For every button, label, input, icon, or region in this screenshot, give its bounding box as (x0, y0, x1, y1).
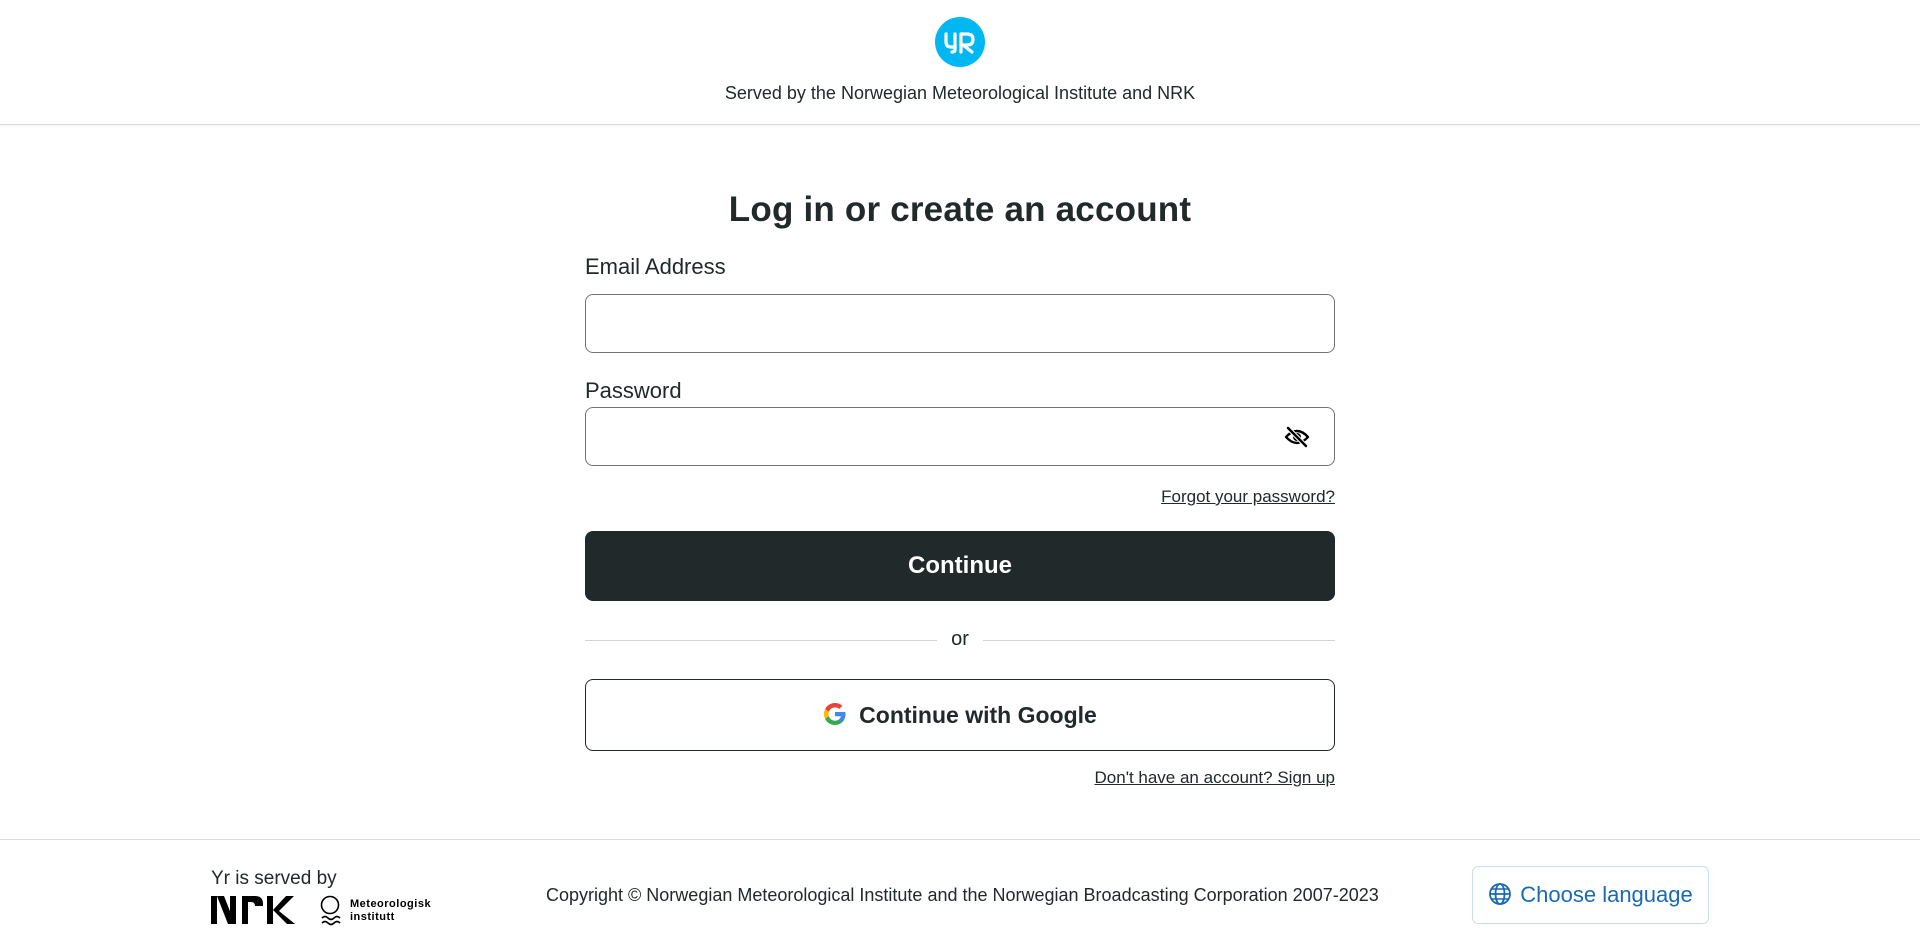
yr-logo-icon (944, 32, 975, 54)
signup-link[interactable]: Don't have an account? Sign up (1095, 768, 1335, 788)
eye-slash-icon[interactable] (1282, 423, 1312, 451)
google-icon (823, 702, 847, 729)
google-button-label: Continue with Google (859, 701, 1097, 728)
header-tagline: Served by the Norwegian Meteorological I… (724, 83, 1196, 103)
served-by-text: Yr is served by (211, 868, 337, 889)
site-header: Served by the Norwegian Meteorological I… (0, 0, 1920, 125)
met-logo-icon (320, 895, 341, 926)
site-footer: Yr is served by Meteorologisk institutt … (0, 839, 1920, 949)
email-label: Email Address (585, 254, 726, 279)
globe-icon (1488, 882, 1512, 909)
continue-button[interactable]: Continue (585, 531, 1335, 601)
password-field[interactable] (585, 407, 1335, 466)
page-title: Log in or create an account (728, 190, 1192, 229)
email-field[interactable] (585, 294, 1335, 353)
nrk-logo[interactable] (211, 894, 296, 926)
forgot-password-link[interactable]: Forgot your password? (1161, 487, 1335, 507)
google-signin-button[interactable]: Continue with Google (585, 679, 1335, 751)
copyright-text: Copyright © Norwegian Meteorological Ins… (546, 885, 1379, 905)
or-divider: or (585, 628, 1335, 650)
choose-language-label: Choose language (1520, 882, 1693, 907)
divider-line-right (983, 640, 1335, 641)
met-logo-text: Meteorologisk institutt (350, 898, 432, 923)
choose-language-button[interactable]: Choose language (1472, 866, 1709, 924)
yr-logo[interactable] (935, 17, 985, 67)
password-label: Password (585, 378, 682, 403)
met-institute-logo[interactable]: Meteorologisk institutt (320, 894, 435, 926)
